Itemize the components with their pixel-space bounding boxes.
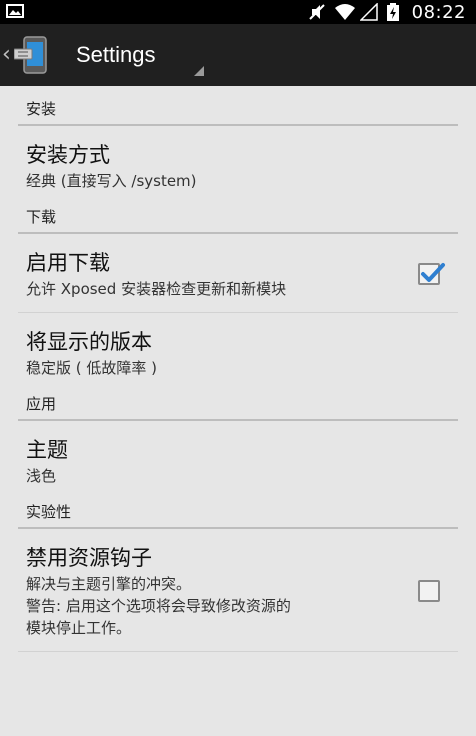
pref-summary: 经典 (直接写入 /system) [26,172,197,190]
pref-disable-resource-hooks[interactable]: 禁用资源钩子 解决与主题引擎的冲突。 警告: 启用这个选项将会导致修改资源的 模… [18,529,458,652]
status-bar: 08:22 [0,0,476,24]
pref-summary: 允许 Xposed 安装器检查更新和新模块 [26,280,287,298]
category-header-experimental: 实验性 [18,499,458,525]
pref-enable-download[interactable]: 启用下载 允许 Xposed 安装器检查更新和新模块 [18,234,458,313]
image-icon [6,3,24,21]
action-bar: ‹ Settings [0,24,476,86]
settings-screen: 08:22 ‹ Settings 安装 安装方式 经典 (直接写入 /syste… [0,0,476,736]
pref-install-method[interactable]: 安装方式 经典 (直接写入 /system) [18,126,458,204]
back-chevron-icon[interactable]: ‹ [2,44,12,66]
category-title: 应用 [26,395,57,413]
pref-summary: 浅色 [26,467,57,485]
status-time: 08:22 [411,1,466,23]
spinner-indicator-icon[interactable] [194,66,204,76]
pref-title: 将显示的版本 [26,330,152,354]
pref-title: 安装方式 [26,143,110,167]
wifi-icon [334,3,355,21]
category-header-download: 下载 [18,204,458,230]
enable-download-checkbox[interactable] [418,263,445,285]
pref-title: 禁用资源钩子 [26,546,152,570]
page-title: Settings [76,42,156,67]
category-header-install: 安装 [18,86,458,122]
category-title: 实验性 [26,503,72,521]
pref-theme[interactable]: 主题 浅色 [18,421,458,499]
pref-title: 主题 [26,438,68,462]
disable-resource-hooks-checkbox[interactable] [418,580,440,602]
pref-summary: 解决与主题引擎的冲突。 警告: 启用这个选项将会导致修改资源的 模块停止工作。 [26,575,291,637]
category-title: 安装 [26,100,57,118]
checkmark-icon [421,263,445,282]
pref-title: 启用下载 [26,251,110,275]
pref-summary: 稳定版 ( 低故障率 ) [26,359,158,377]
category-header-app: 应用 [18,391,458,417]
xposed-app-icon[interactable] [13,35,54,75]
battery-icon [386,3,404,21]
mute-icon [308,3,326,21]
settings-list: 安装 安装方式 经典 (直接写入 /system) 下载 启用下载 允许 Xpo… [0,86,476,652]
pref-display-version[interactable]: 将显示的版本 稳定版 ( 低故障率 ) [18,313,458,391]
category-title: 下载 [26,208,57,226]
signal-icon [358,2,378,21]
